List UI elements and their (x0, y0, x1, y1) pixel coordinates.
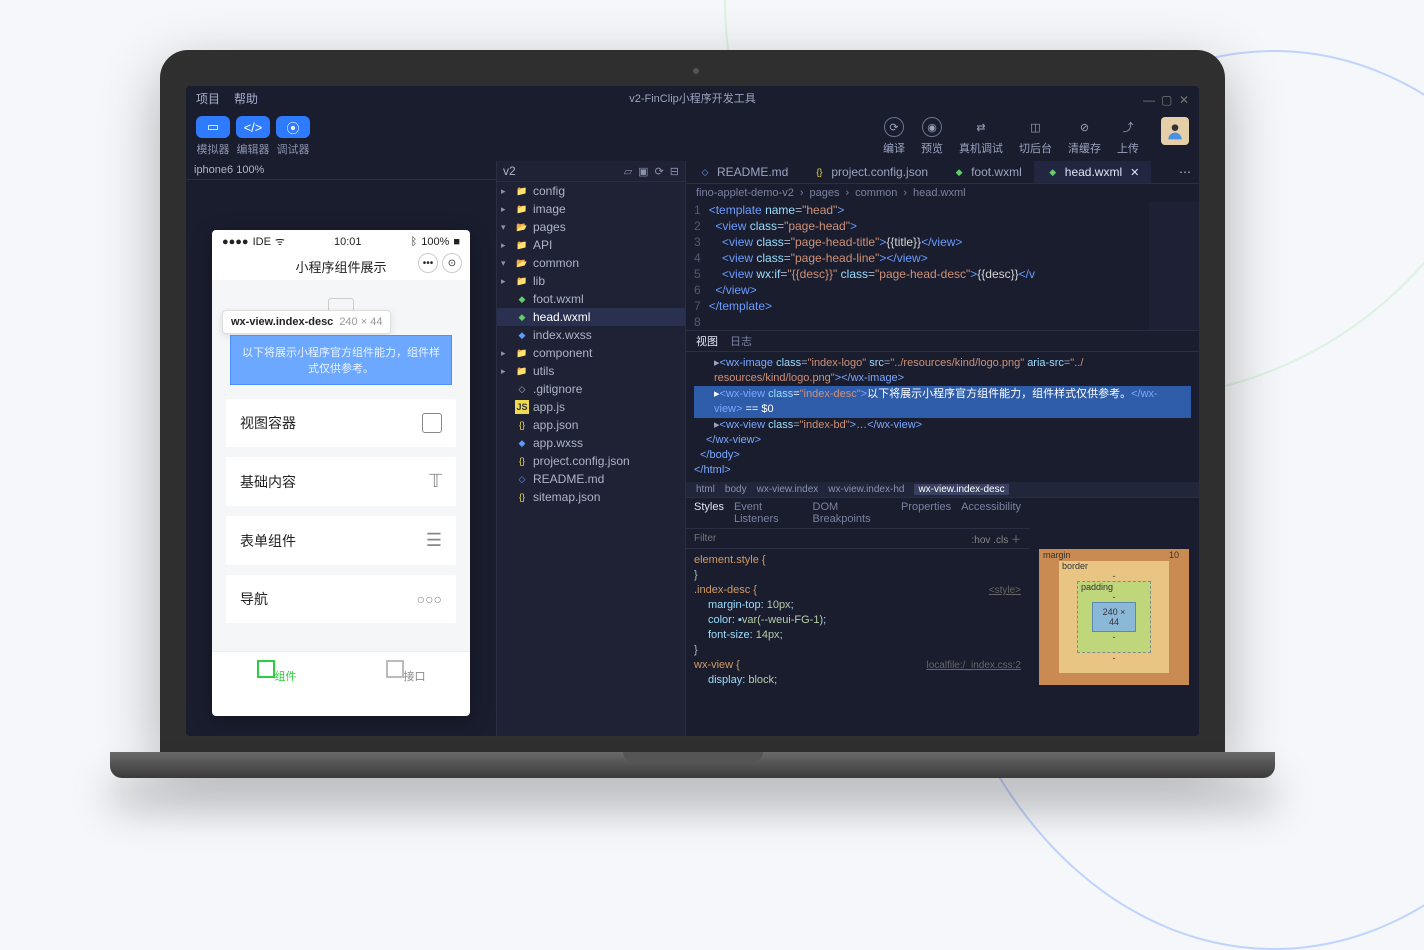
background-button[interactable]: ◫切后台 (1019, 117, 1052, 156)
compile-button[interactable]: ⟳编译 (883, 117, 905, 156)
tab-foot-wxml[interactable]: ◆foot.wxml (940, 161, 1034, 183)
folder-config[interactable]: ▸📁config (497, 182, 685, 200)
wifi-icon: ᯤ (275, 234, 285, 249)
list-item[interactable]: 表单组件☰ (226, 516, 456, 565)
window-controls: — ▢ ✕ (1143, 93, 1189, 103)
simulator-device[interactable]: iphone6 100% (186, 161, 496, 180)
file-app-wxss[interactable]: ◆app.wxss (497, 434, 685, 452)
file-app-json[interactable]: {}app.json (497, 416, 685, 434)
css-rules[interactable]: element.style { } .index-desc {<style> m… (686, 549, 1029, 692)
mode-editor-label: 编辑器 (236, 141, 270, 157)
devtools-panel: 视图 日志 ▸<wx-image class="index-logo" src=… (686, 330, 1199, 736)
file-project-config[interactable]: {}project.config.json (497, 452, 685, 470)
inspect-tooltip: wx-view.index-desc240 × 44 (222, 310, 391, 334)
styles-tab-a11y[interactable]: Accessibility (961, 501, 1021, 525)
tab-component[interactable]: 组件 (212, 652, 341, 692)
minimize-icon[interactable]: — (1143, 93, 1153, 103)
styles-filter-controls[interactable]: :hov .cls ＋ (972, 531, 1021, 546)
bluetooth-icon: ᛒ (411, 236, 418, 248)
box-model: 10 - - 240 × 44- - (1029, 498, 1199, 736)
list-item[interactable]: 视图容器 (226, 399, 456, 447)
dom-breadcrumb[interactable]: html body wx-view.index wx-view.index-hd… (686, 482, 1199, 497)
editor-tabs: ◇README.md {}project.config.json ◆foot.w… (686, 161, 1199, 184)
list-item[interactable]: 基础内容𝕋 (226, 457, 456, 506)
close-icon[interactable]: ✕ (1179, 93, 1189, 103)
collapse-icon[interactable]: ⊟ (670, 165, 679, 178)
upload-button[interactable]: ⤴上传 (1117, 117, 1139, 156)
new-file-icon[interactable]: ▱ (624, 165, 632, 178)
refresh-icon[interactable]: ⟳ (655, 165, 664, 178)
simulator-panel: iphone6 100% ●●●●IDEᯤ 10:01 ᛒ100%■ 小程序组件… (186, 161, 496, 736)
remote-debug-button[interactable]: ⇄真机调试 (959, 117, 1003, 156)
capsule-close-button[interactable]: ⊙ (442, 253, 462, 273)
styles-filter-input[interactable] (694, 531, 972, 546)
styles-tab-styles[interactable]: Styles (694, 501, 724, 525)
mode-editor-button[interactable]: </> (236, 116, 270, 138)
tabs-overflow-icon[interactable]: ⋯ (1171, 165, 1199, 179)
maximize-icon[interactable]: ▢ (1161, 93, 1171, 103)
project-root[interactable]: v2 (503, 164, 516, 178)
list-item[interactable]: 导航○○○ (226, 575, 456, 623)
folder-pages[interactable]: ▾📂pages (497, 218, 685, 236)
selected-element[interactable]: 以下将展示小程序官方组件能力，组件样式仅供参考。 (230, 335, 452, 385)
styles-tab-breakpoints[interactable]: DOM Breakpoints (813, 501, 891, 525)
capsule-menu-button[interactable]: ••• (418, 253, 438, 273)
styles-tab-listeners[interactable]: Event Listeners (734, 501, 803, 525)
menubar: 项目 帮助 v2-FinClip小程序开发工具 — ▢ ✕ (186, 86, 1199, 110)
mode-simulator-button[interactable]: ▭ (196, 116, 230, 138)
avatar[interactable] (1161, 117, 1189, 145)
tab-close-icon[interactable]: ✕ (1130, 166, 1139, 179)
folder-component[interactable]: ▸📁component (497, 344, 685, 362)
new-folder-icon[interactable]: ▣ (638, 165, 648, 178)
toolbar: ▭ </> ⦿ 模拟器 编辑器 调试器 ⟳编译 ◉预览 ⇄真机调试 ◫切后台 (186, 110, 1199, 161)
mode-debugger-button[interactable]: ⦿ (276, 116, 310, 138)
file-app-js[interactable]: JSapp.js (497, 398, 685, 416)
clear-cache-button[interactable]: ⊘清缓存 (1068, 117, 1101, 156)
code-editor[interactable]: <template name="head"> <view class="page… (709, 202, 1149, 330)
minimap[interactable] (1149, 202, 1199, 330)
styles-tab-properties[interactable]: Properties (901, 501, 951, 525)
text-icon: 𝕋 (429, 471, 442, 492)
menu-help[interactable]: 帮助 (234, 90, 258, 107)
file-explorer: v2 ▱ ▣ ⟳ ⊟ ▸📁config ▸📁image ▾📂pages ▸📁AP… (496, 161, 686, 736)
phone-preview: ●●●●IDEᯤ 10:01 ᛒ100%■ 小程序组件展示 ••• ⊙ (212, 230, 470, 716)
mode-simulator-label: 模拟器 (196, 141, 230, 157)
folder-api[interactable]: ▸📁API (497, 236, 685, 254)
mode-debugger-label: 调试器 (276, 141, 310, 157)
breadcrumb: fino-applet-demo-v2› pages› common› head… (686, 184, 1199, 202)
laptop-frame: 项目 帮助 v2-FinClip小程序开发工具 — ▢ ✕ ▭ </> ⦿ (160, 50, 1225, 778)
file-gitignore[interactable]: ◇.gitignore (497, 380, 685, 398)
menu-project[interactable]: 项目 (196, 90, 220, 107)
file-sitemap[interactable]: {}sitemap.json (497, 488, 685, 506)
line-gutter: 12345678 (686, 202, 709, 330)
preview-button[interactable]: ◉预览 (921, 117, 943, 156)
devtools-tab-wxml[interactable]: 视图 (696, 333, 718, 349)
file-head-wxml[interactable]: ◆head.wxml (497, 308, 685, 326)
tab-readme[interactable]: ◇README.md (686, 161, 800, 183)
file-readme[interactable]: ◇README.md (497, 470, 685, 488)
file-foot-wxml[interactable]: ◆foot.wxml (497, 290, 685, 308)
window-title: v2-FinClip小程序开发工具 (629, 90, 756, 106)
tab-api[interactable]: 接口 (341, 652, 470, 692)
file-index-wxss[interactable]: ◆index.wxss (497, 326, 685, 344)
page-title: 小程序组件展示 ••• ⊙ (212, 253, 470, 280)
more-icon: ○○○ (417, 591, 442, 607)
folder-common[interactable]: ▾📂common (497, 254, 685, 272)
menu-icon: ☰ (426, 530, 442, 551)
folder-lib[interactable]: ▸📁lib (497, 272, 685, 290)
grid-icon (257, 660, 275, 678)
folder-image[interactable]: ▸📁image (497, 200, 685, 218)
container-icon (422, 413, 442, 433)
ide-window: 项目 帮助 v2-FinClip小程序开发工具 — ▢ ✕ ▭ </> ⦿ (186, 86, 1199, 736)
status-time: 10:01 (334, 236, 362, 248)
dom-tree[interactable]: ▸<wx-image class="index-logo" src="../re… (686, 352, 1199, 482)
tab-project-config[interactable]: {}project.config.json (800, 161, 940, 183)
chip-icon (386, 660, 404, 678)
tab-head-wxml[interactable]: ◆head.wxml✕ (1034, 161, 1152, 183)
devtools-tab-console[interactable]: 日志 (730, 333, 752, 349)
folder-utils[interactable]: ▸📁utils (497, 362, 685, 380)
